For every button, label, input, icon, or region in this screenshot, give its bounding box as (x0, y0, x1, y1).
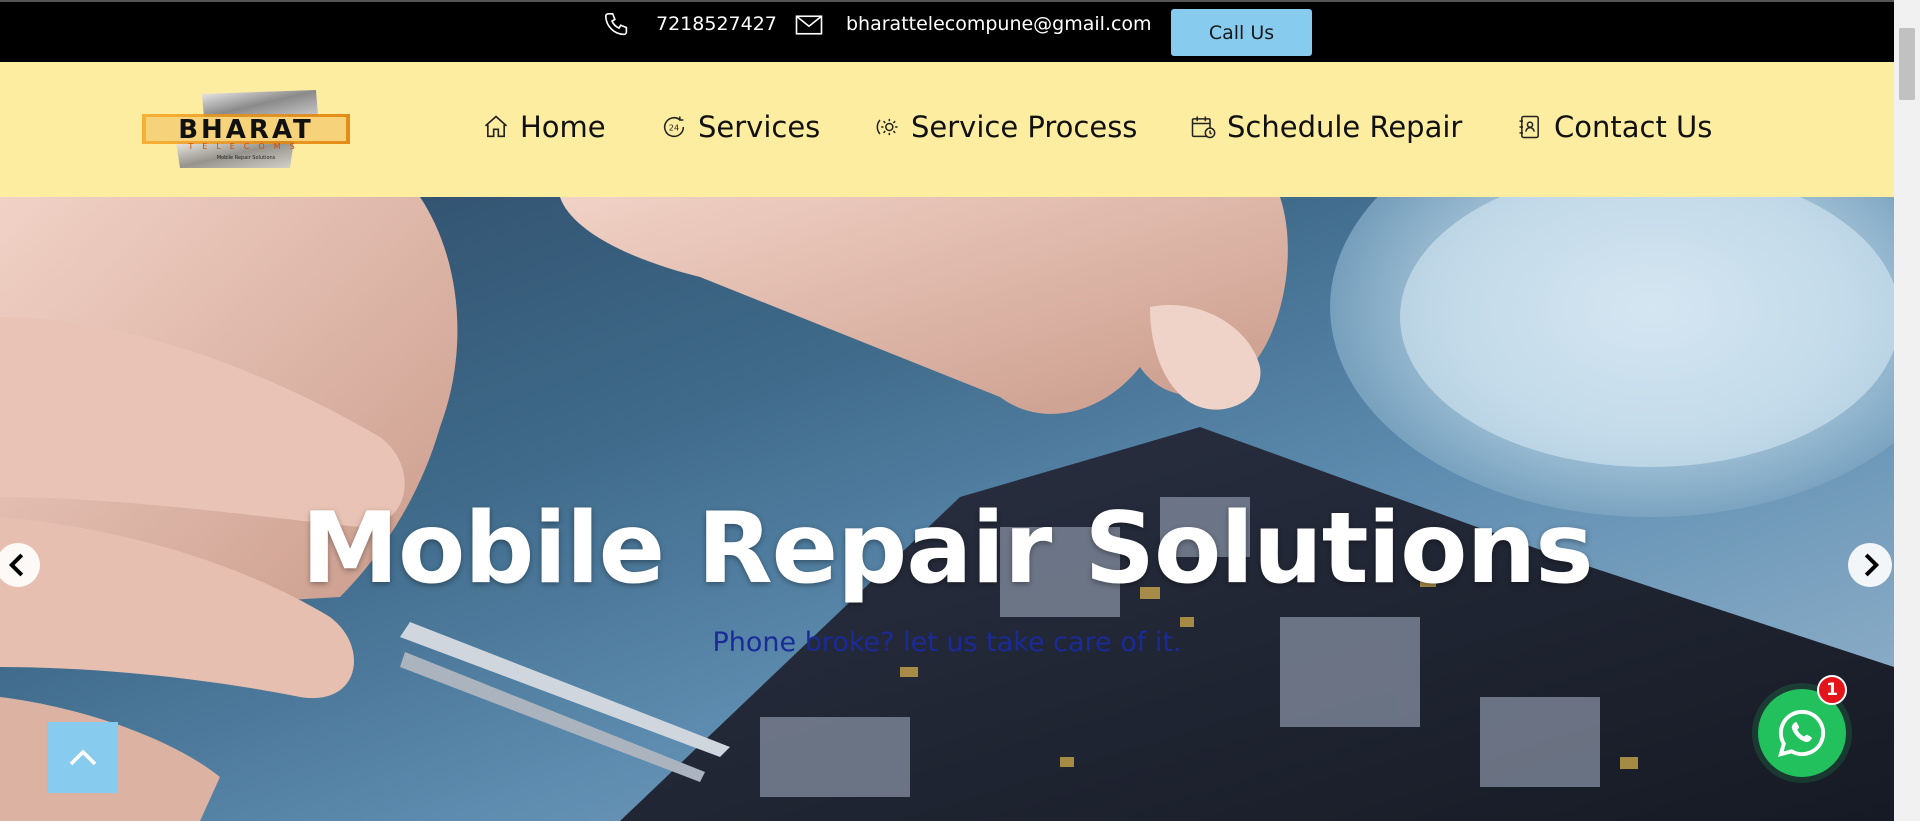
home-icon (482, 112, 512, 142)
24h-service-icon: 24 (660, 112, 690, 142)
hero-carousel: Mobile Repair Solutions Phone broke? let… (0, 197, 1894, 821)
nav-services[interactable]: 24 Services (660, 102, 820, 152)
scroll-to-top-button[interactable] (47, 722, 118, 793)
nav-schedule-repair-label: Schedule Repair (1227, 110, 1463, 144)
nav-home-label: Home (520, 110, 606, 144)
notification-badge: 1 (1817, 675, 1847, 705)
email-address[interactable]: bharattelecompune@gmail.com (846, 13, 1152, 35)
scrollbar-thumb[interactable] (1899, 28, 1915, 100)
svg-text:24: 24 (669, 123, 679, 133)
contact-book-icon (1516, 112, 1546, 142)
carousel-next-button[interactable] (1848, 543, 1892, 587)
main-navbar: BHARAT TELECOMS Mobile Repair Solutions … (0, 62, 1894, 197)
phone-icon (602, 10, 632, 40)
call-us-button[interactable]: Call Us (1171, 9, 1312, 56)
chevron-right-icon (1864, 553, 1880, 577)
chevron-up-icon (69, 748, 96, 765)
hero-subtitle: Phone broke? let us take care of it. (712, 627, 1182, 658)
logo-wordmark: BHARAT (178, 115, 314, 145)
nav-home[interactable]: Home (482, 102, 606, 152)
nav-schedule-repair[interactable]: Schedule Repair (1189, 102, 1462, 152)
nav-contact-us[interactable]: Contact Us (1516, 102, 1712, 152)
brand-logo[interactable]: BHARAT TELECOMS Mobile Repair Solutions (140, 86, 352, 172)
logo-tagline: Mobile Repair Solutions (217, 155, 276, 161)
calendar-icon (1189, 112, 1219, 142)
gear-process-icon (873, 112, 903, 142)
hero-title: Mobile Repair Solutions (301, 492, 1593, 606)
top-contact-bar: 7218527427 bharattelecompune@gmail.com C… (0, 0, 1894, 62)
phone-number[interactable]: 7218527427 (656, 13, 777, 35)
logo-subtext: TELECOMS (187, 142, 303, 151)
chevron-left-icon (8, 553, 24, 577)
envelope-icon (794, 10, 824, 40)
nav-service-process[interactable]: Service Process (873, 102, 1137, 152)
nav-contact-us-label: Contact Us (1554, 110, 1713, 144)
page-scrollbar[interactable] (1894, 0, 1920, 821)
whatsapp-icon (1778, 709, 1826, 757)
nav-service-process-label: Service Process (911, 110, 1138, 144)
nav-services-label: Services (698, 110, 821, 144)
